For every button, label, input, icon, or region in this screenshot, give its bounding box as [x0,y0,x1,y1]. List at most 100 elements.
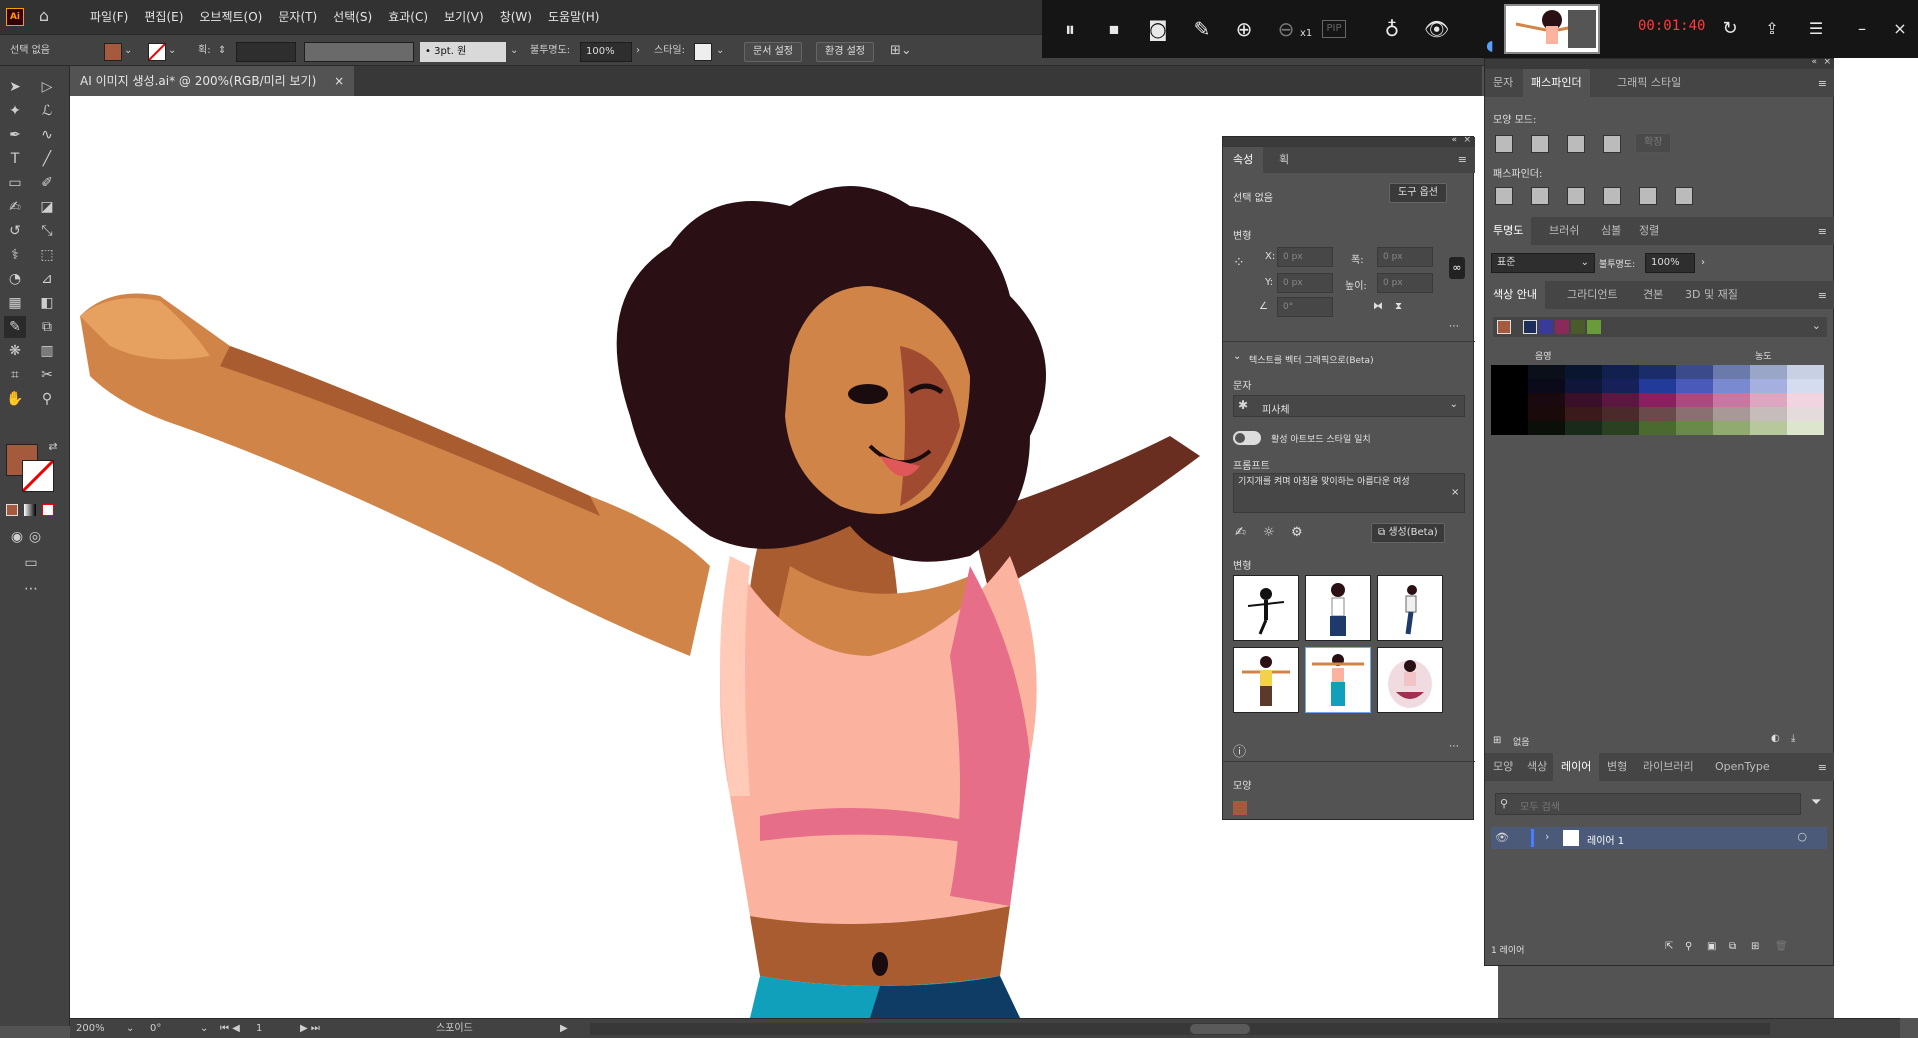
refresh-icon[interactable]: ↻ [1718,17,1742,41]
artboard-number[interactable]: 1 [256,1022,262,1036]
base-color-swatch[interactable] [1497,320,1511,334]
zoom-tool-icon[interactable]: ⚲ [36,388,58,410]
gear-icon[interactable]: ⚙ [1291,525,1303,540]
screenshot-icon[interactable]: ◙ [1146,17,1170,41]
clear-prompt-icon[interactable]: × [1451,487,1459,498]
color-guide-cell[interactable] [1639,379,1676,393]
color-guide-cell[interactable] [1676,379,1713,393]
color-guide-cell[interactable] [1713,393,1750,407]
tab-symbols[interactable]: 심볼 [1593,217,1629,245]
type-tool-icon[interactable]: T [4,148,26,170]
close-icon[interactable]: × [1463,135,1471,145]
screen-mode-icon[interactable]: ▭ [20,552,42,574]
stop-icon[interactable]: ⏹ [1102,17,1126,41]
curvature-tool-icon[interactable]: ∿ [36,124,58,146]
filter-icon[interactable]: ⏷ [1811,795,1821,810]
selection-tool-icon[interactable]: ➤ [4,76,26,98]
color-guide-cell[interactable] [1639,365,1676,379]
flip-horizontal-icon[interactable]: ⧓ [1373,301,1383,312]
layer-row[interactable]: 👁 › 레이어 1 ○ [1491,827,1827,849]
variation-thumbnail[interactable] [1233,575,1299,641]
chevron-right-icon[interactable]: › [1701,257,1705,268]
match-style-toggle[interactable] [1233,431,1261,445]
locate-icon[interactable]: ⚲ [1685,941,1692,952]
harmony-swatch[interactable] [1539,320,1553,334]
color-guide-cell[interactable] [1750,421,1787,435]
link-icon[interactable]: ∞ [1449,257,1465,279]
outline-icon[interactable] [1639,187,1657,205]
panel-menu-icon[interactable]: ≡ [1818,761,1827,774]
chevron-down-icon[interactable]: ⌄ [716,42,724,60]
color-guide-cell[interactable] [1491,365,1528,379]
merge-icon[interactable] [1567,187,1585,205]
intersect-icon[interactable] [1567,135,1585,153]
color-guide-cell[interactable] [1528,421,1565,435]
settings-icon[interactable]: ☰ [1804,17,1828,41]
arrange-icon[interactable]: ⊞⌄ [890,42,912,60]
flip-vertical-icon[interactable]: ⧗ [1395,301,1402,312]
export-icon[interactable]: ⇪ [1760,17,1784,41]
variation-thumbnail[interactable] [1233,647,1299,713]
color-guide-cell[interactable] [1565,421,1602,435]
swap-colors-icon[interactable]: ⇄ [42,436,64,458]
chevron-right-icon[interactable]: › [636,42,640,60]
tab-layers[interactable]: 레이어 [1553,753,1600,781]
close-tab-icon[interactable]: × [334,74,344,88]
symbol-sprayer-tool-icon[interactable]: ❋ [4,340,26,362]
direct-selection-tool-icon[interactable]: ▷ [36,76,58,98]
color-wheel-icon[interactable]: ◐ [1771,733,1780,744]
magic-wand-tool-icon[interactable]: ✦ [4,100,26,122]
color-guide-cell[interactable] [1602,407,1639,421]
chevron-down-icon[interactable]: ⌄ [200,1022,208,1036]
color-guide-grid[interactable] [1491,365,1827,435]
scale-tool-icon[interactable]: ⤡ [36,220,58,242]
color-guide-cell[interactable] [1491,379,1528,393]
chevron-down-icon[interactable]: ⌄ [510,42,518,60]
minimize-icon[interactable]: – [1850,17,1874,41]
next-artboard-icon[interactable]: ▶ ⏭ [300,1022,320,1036]
mic-icon[interactable]: ◖ [1478,34,1502,58]
tool-options-button[interactable]: 도구 옵션 [1389,183,1447,203]
variation-thumbnail[interactable] [1377,647,1443,713]
color-guide-cell[interactable] [1565,393,1602,407]
zoom-in-icon[interactable]: ⊕ [1232,17,1256,41]
clipping-mask-icon[interactable]: ▣ [1707,941,1716,952]
appearance-fill-swatch[interactable] [1233,801,1247,815]
color-guide-cell[interactable] [1528,365,1565,379]
tab-libraries[interactable]: 라이브러리 [1635,753,1702,781]
tab-opentype[interactable]: OpenType [1707,753,1778,781]
color-mode-icon[interactable] [6,504,18,516]
stroke-swatch[interactable] [148,43,166,61]
gradient-tool-icon[interactable]: ◧ [36,292,58,314]
tab-align[interactable]: 정렬 [1631,217,1667,245]
rotate-view[interactable]: 0° [150,1022,161,1036]
rectangle-tool-icon[interactable]: ▭ [4,172,26,194]
color-guide-cell[interactable] [1565,365,1602,379]
menu-type[interactable]: 문자(T) [272,0,323,34]
color-guide-cell[interactable] [1713,407,1750,421]
draw-behind-icon[interactable]: ◎ [24,526,46,548]
export-icon[interactable]: ⇱ [1665,941,1673,952]
new-layer-icon[interactable]: ⊞ [1751,941,1759,952]
new-sublayer-icon[interactable]: ⧉ [1729,941,1736,952]
rotate-tool-icon[interactable]: ↺ [4,220,26,242]
scrollbar-thumb[interactable] [1190,1024,1250,1034]
horizontal-scrollbar[interactable] [590,1023,1770,1035]
reference-point-icon[interactable]: ⁘ [1233,255,1253,275]
menu-help[interactable]: 도움말(H) [542,0,606,34]
shape-builder-tool-icon[interactable]: ◔ [4,268,26,290]
color-guide-cell[interactable] [1787,421,1824,435]
status-menu-icon[interactable]: ▶ [560,1022,568,1036]
panel-menu-icon[interactable]: ≡ [1818,225,1827,238]
prev-artboard-icon[interactable]: ⏮ ◀ [220,1022,240,1036]
height-field[interactable]: 0 px [1377,273,1433,293]
pen-icon[interactable]: ✎ [1190,17,1214,41]
color-guide-cell[interactable] [1676,407,1713,421]
line-tool-icon[interactable]: ╱ [36,148,58,170]
tab-graphic-styles[interactable]: 그래픽 스타일 [1609,69,1689,97]
tab-transform[interactable]: 변형 [1599,753,1635,781]
info-icon[interactable]: ⓘ [1233,741,1246,760]
brush-field[interactable]: • 3pt. 원 [420,42,506,62]
color-guide-cell[interactable] [1602,379,1639,393]
tab-swatches[interactable]: 견본 [1635,281,1671,309]
